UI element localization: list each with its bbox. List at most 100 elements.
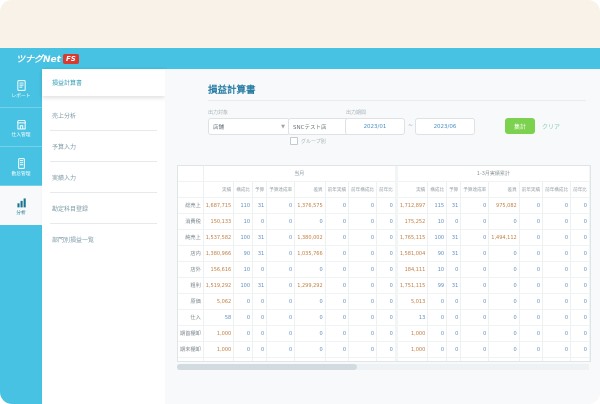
cell: 0	[543, 246, 571, 262]
cell: 1,000	[203, 342, 233, 358]
top-header-bar: ツナグNet FS	[0, 48, 600, 69]
cell: 0	[543, 310, 571, 326]
sidebar-item-5[interactable]: 勘定科目登録	[42, 193, 165, 224]
row-label: 期末棚卸	[178, 342, 203, 358]
logo-badge: FS	[63, 54, 79, 64]
column-header: 差異	[295, 182, 325, 198]
cell: 1,000	[590, 326, 591, 342]
cell: 0	[571, 230, 591, 246]
column-header: 構成比	[428, 182, 447, 198]
table-row: 粗利1,519,2921003101,299,2920001,751,11599…	[178, 278, 591, 294]
group-header: 当月	[203, 166, 396, 182]
sidebar-item-1[interactable]: 損益計算書	[42, 69, 165, 96]
rail-item-1[interactable]: レポート	[0, 69, 42, 108]
rail-item-3[interactable]: 勤怠管理	[0, 147, 42, 186]
cell: 1,000	[396, 326, 427, 342]
cell: 0	[325, 342, 348, 358]
cell: 10	[428, 214, 447, 230]
cell: 0	[349, 294, 377, 310]
cell: 0	[571, 342, 591, 358]
cell: 10	[234, 214, 253, 230]
cell: 0	[325, 214, 348, 230]
cell: 0	[234, 326, 253, 342]
cell: 975,082	[489, 198, 519, 214]
cell: 0	[253, 358, 267, 363]
cell: 1,712,897	[396, 198, 427, 214]
sidebar-item-6[interactable]: 部門別損益一覧	[42, 224, 165, 255]
cell: 0	[428, 294, 447, 310]
cell: 0	[253, 262, 267, 278]
cell: 0	[325, 230, 348, 246]
cell: 0	[543, 358, 571, 363]
cell: 0	[267, 198, 295, 214]
cell: 110	[234, 198, 253, 214]
column-header: 実績	[203, 182, 233, 198]
cell: 0	[489, 246, 519, 262]
group-checkbox-row[interactable]: グループ別	[290, 137, 326, 145]
scrollbar-thumb[interactable]	[177, 364, 357, 370]
cell: 1,771,115	[590, 278, 591, 294]
cell: 0	[377, 230, 397, 246]
row-label: 純売上	[178, 230, 203, 246]
cell: 0	[428, 310, 447, 326]
group-checkbox[interactable]	[290, 137, 298, 145]
target-select[interactable]: 店舗 ▼	[208, 118, 290, 135]
column-header: 前年比	[571, 182, 591, 198]
cell: 0	[295, 326, 325, 342]
row-label: 総売上	[178, 198, 203, 214]
cell: 1,537,582	[203, 230, 233, 246]
sidebar-item-label: 実績入力	[52, 173, 76, 182]
cell: 1,380,966	[203, 246, 233, 262]
report-menu-sidebar: 損益計算書売上分析予算入力実績入力勘定科目登録部門別損益一覧	[42, 69, 165, 404]
cell: 0	[253, 214, 267, 230]
cell: 0	[267, 326, 295, 342]
cell: 0	[519, 326, 542, 342]
cell: 10	[234, 262, 253, 278]
cell: 31	[253, 278, 267, 294]
cell: 0	[447, 262, 461, 278]
cell: 0	[519, 230, 542, 246]
horizontal-scrollbar[interactable]	[177, 364, 589, 370]
cell: 3,970,727	[396, 358, 427, 363]
cell: 1,687,715	[203, 198, 233, 214]
cell: 0	[571, 294, 591, 310]
sidebar-item-2[interactable]: 売上分析	[42, 100, 165, 131]
app-logo[interactable]: ツナグNet FS	[16, 52, 79, 65]
cell: 0	[461, 310, 489, 326]
rail-item-4[interactable]: 分析	[0, 186, 42, 225]
cell: 0	[234, 310, 253, 326]
cell: 0	[489, 342, 519, 358]
row-label: 仕入	[178, 310, 203, 326]
cell: 0	[349, 342, 377, 358]
row-label: 消費税	[178, 214, 203, 230]
cell: 0	[325, 278, 348, 294]
cell: 0	[447, 342, 461, 358]
cell: 0	[571, 326, 591, 342]
cell: 0	[267, 310, 295, 326]
cell: 1,765,115	[590, 230, 591, 246]
cell: 0	[543, 230, 571, 246]
period-from-input[interactable]: 2023/01	[345, 118, 405, 135]
cell: 0	[377, 278, 397, 294]
cell: 0	[571, 310, 591, 326]
cell: 0	[461, 214, 489, 230]
sidebar-item-3[interactable]: 予算入力	[42, 131, 165, 162]
cell: 0	[377, 310, 397, 326]
cell: 0	[267, 214, 295, 230]
pl-table-container[interactable]: 当月1-3月実績累計累計実績構成比予算予算達成率差異前年実績前年構成比前年比実績…	[177, 165, 591, 362]
cell: 175,252	[396, 214, 427, 230]
cell: 1,581,004	[396, 246, 427, 262]
cell: 0	[461, 358, 489, 363]
aggregate-button[interactable]: 集計	[505, 118, 535, 134]
clear-link[interactable]: クリア	[542, 122, 560, 131]
pl-table-head: 当月1-3月実績累計累計実績構成比予算予算達成率差異前年実績前年構成比前年比実績…	[178, 166, 591, 198]
column-header: 実績	[590, 182, 591, 198]
cell: 0	[519, 262, 542, 278]
period-to-input[interactable]: 2023/06	[415, 118, 475, 135]
main-content: 損益計算書 出力対象 店舗 ▼ SNCテスト店 ▼ グループ別 出力期間 202…	[165, 69, 600, 404]
sidebar-item-4[interactable]: 実績入力	[42, 162, 165, 193]
cell: 1,376,575	[295, 198, 325, 214]
rail-item-2[interactable]: 仕入管理	[0, 108, 42, 147]
cell: 0	[349, 326, 377, 342]
cell: 13	[396, 310, 427, 326]
